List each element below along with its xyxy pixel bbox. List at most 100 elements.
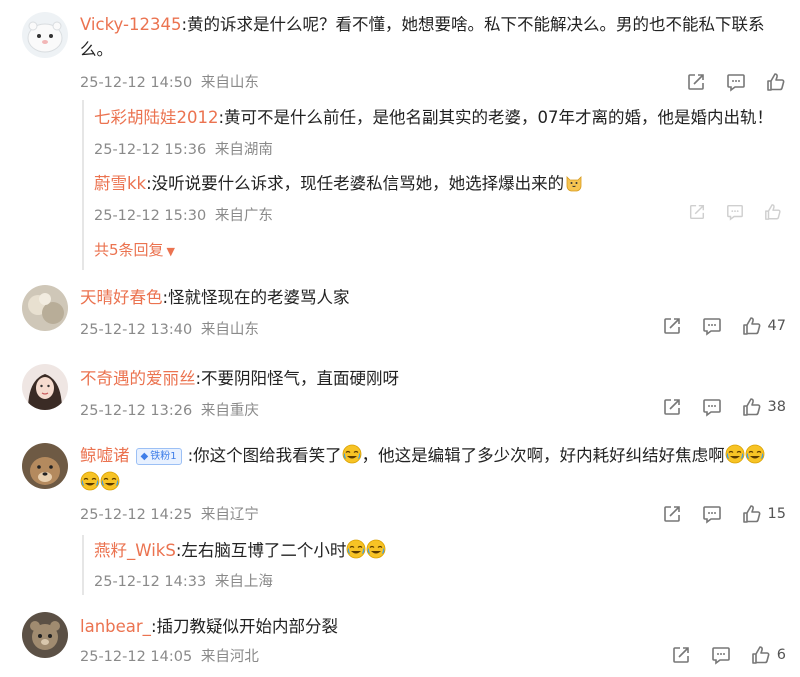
timestamp: 25-12-12 14:25 — [80, 507, 193, 523]
username[interactable]: 不奇遇的爱丽丝 — [80, 369, 196, 388]
share-icon — [662, 504, 682, 524]
like-button[interactable] — [764, 203, 782, 221]
share-button[interactable] — [662, 397, 682, 417]
comment-icon — [726, 203, 744, 221]
laugh-cry-emoji — [745, 444, 765, 464]
username[interactable]: 燕籽_WikS — [94, 541, 176, 560]
action-bar: 6 — [651, 645, 786, 665]
avatar[interactable] — [22, 12, 68, 58]
comment-text-cont: 么。 — [80, 40, 113, 59]
username[interactable]: 七彩胡陆娃2012 — [94, 108, 219, 127]
share-icon — [662, 397, 682, 417]
comment-text: :插刀教疑似开始内部分裂 — [150, 617, 338, 636]
diamond-icon: ◆ — [140, 451, 149, 462]
thumb-up-icon — [751, 645, 771, 665]
avatar[interactable] — [22, 364, 68, 410]
timestamp: 25-12-12 14:05 — [80, 649, 193, 665]
timestamp: 25-12-12 15:36 — [94, 142, 207, 158]
share-button[interactable] — [662, 504, 682, 524]
reply-button[interactable] — [726, 72, 746, 92]
laugh-cry-emoji — [100, 471, 120, 491]
timestamp: 25-12-12 14:50 — [80, 75, 193, 91]
like-count: 15 — [767, 506, 786, 522]
thumb-up-icon — [742, 504, 762, 524]
comment-icon — [702, 504, 722, 524]
location: 来自山东 — [200, 75, 259, 91]
username[interactable]: 蔚雪kk — [94, 174, 146, 193]
username[interactable]: Vicky-12345 — [80, 15, 181, 34]
location: 来自湖南 — [214, 142, 273, 158]
reply-text: :黄可不是什么前任，是他名副其实的老婆，07年才离的婚，他是婚内出轨！ — [218, 108, 774, 127]
thumb-up-icon — [742, 316, 762, 336]
share-button[interactable] — [671, 645, 691, 665]
share-button[interactable] — [686, 72, 706, 92]
reply-action-bar — [668, 203, 782, 221]
laugh-cry-emoji — [342, 444, 362, 464]
location: 来自辽宁 — [200, 507, 259, 523]
like-button[interactable]: 6 — [751, 645, 786, 665]
share-icon — [671, 645, 691, 665]
fan-badge[interactable]: ◆ 铁粉1 — [135, 448, 182, 465]
comment-icon — [726, 72, 746, 92]
comment-text-cont: ，他这是编辑了多少次啊，好内耗好纠结好焦虑啊 — [361, 446, 725, 465]
comment-text: :怪就怪现在的老婆骂人家 — [162, 288, 350, 307]
reply-text: :没听说要什么诉求，现任老婆私信骂她，她选择爆出来的 — [146, 174, 565, 193]
reply-button[interactable] — [702, 397, 722, 417]
avatar[interactable] — [22, 443, 68, 489]
comment-text: :你这个图给我看笑了 — [187, 446, 342, 465]
comment-icon — [711, 645, 731, 665]
avatar[interactable] — [22, 612, 68, 658]
laugh-cry-emoji — [346, 539, 366, 559]
share-button[interactable] — [662, 316, 682, 336]
timestamp: 25-12-12 15:30 — [94, 208, 207, 224]
share-button[interactable] — [688, 203, 706, 221]
action-bar: 15 — [642, 504, 786, 524]
thumb-up-icon — [766, 72, 786, 92]
location: 来自河北 — [200, 649, 259, 665]
location: 来自广东 — [214, 208, 273, 224]
share-icon — [662, 316, 682, 336]
share-icon — [688, 203, 706, 221]
like-button[interactable]: 47 — [742, 316, 786, 336]
action-bar — [666, 72, 786, 92]
comment-text: Vicky-12345:黄的诉求是什么呢？看不懂，她想要啥。私下不能解决么。男的… — [80, 15, 765, 34]
reply-text: :左右脑互博了二个小时 — [175, 541, 347, 560]
username[interactable]: 天晴好春色 — [80, 288, 163, 307]
like-count: 38 — [767, 399, 786, 415]
thumb-up-icon — [764, 203, 782, 221]
chevron-down-icon: ▼ — [166, 245, 176, 258]
reply-button[interactable] — [711, 645, 731, 665]
reply-button[interactable] — [702, 316, 722, 336]
action-bar: 38 — [642, 397, 786, 417]
timestamp: 25-12-12 13:26 — [80, 403, 193, 419]
laugh-cry-emoji — [80, 471, 100, 491]
timestamp: 25-12-12 14:33 — [94, 574, 207, 590]
like-button[interactable]: 15 — [742, 504, 786, 524]
location: 来自山东 — [200, 322, 259, 338]
comment-text: :不要阴阳怪气，直面硬刚呀 — [195, 369, 400, 388]
reply-thread: 燕籽_WikS:左右脑互博了二个小时 25-12-12 14:33 来自上海 — [82, 535, 784, 595]
timestamp: 25-12-12 13:40 — [80, 322, 193, 338]
like-count: 6 — [776, 647, 786, 663]
comment-icon — [702, 397, 722, 417]
laugh-cry-emoji — [725, 444, 745, 464]
reply-item: 七彩胡陆娃2012:黄可不是什么前任，是他名副其实的老婆，07年才离的婚，他是婚… — [94, 105, 784, 159]
like-button[interactable] — [766, 72, 786, 92]
reply-button[interactable] — [702, 504, 722, 524]
reply-item: 燕籽_WikS:左右脑互博了二个小时 25-12-12 14:33 来自上海 — [94, 538, 784, 591]
like-count: 47 — [767, 318, 786, 334]
thumb-up-icon — [742, 397, 762, 417]
reply-button[interactable] — [726, 203, 744, 221]
comment-icon — [702, 316, 722, 336]
username[interactable]: lanbear_ — [80, 617, 151, 636]
username[interactable]: 鲸嘘诸 — [80, 446, 130, 465]
more-replies-link[interactable]: 共5条回复 ▼ — [94, 239, 784, 260]
location: 来自重庆 — [200, 403, 259, 419]
laugh-cry-emoji — [366, 539, 386, 559]
reply-thread: 七彩胡陆娃2012:黄可不是什么前任，是他名副其实的老婆，07年才离的婚，他是婚… — [82, 100, 784, 270]
cat-emoji — [564, 172, 584, 192]
share-icon — [686, 72, 706, 92]
avatar[interactable] — [22, 285, 68, 331]
like-button[interactable]: 38 — [742, 397, 786, 417]
location: 来自上海 — [214, 574, 273, 590]
